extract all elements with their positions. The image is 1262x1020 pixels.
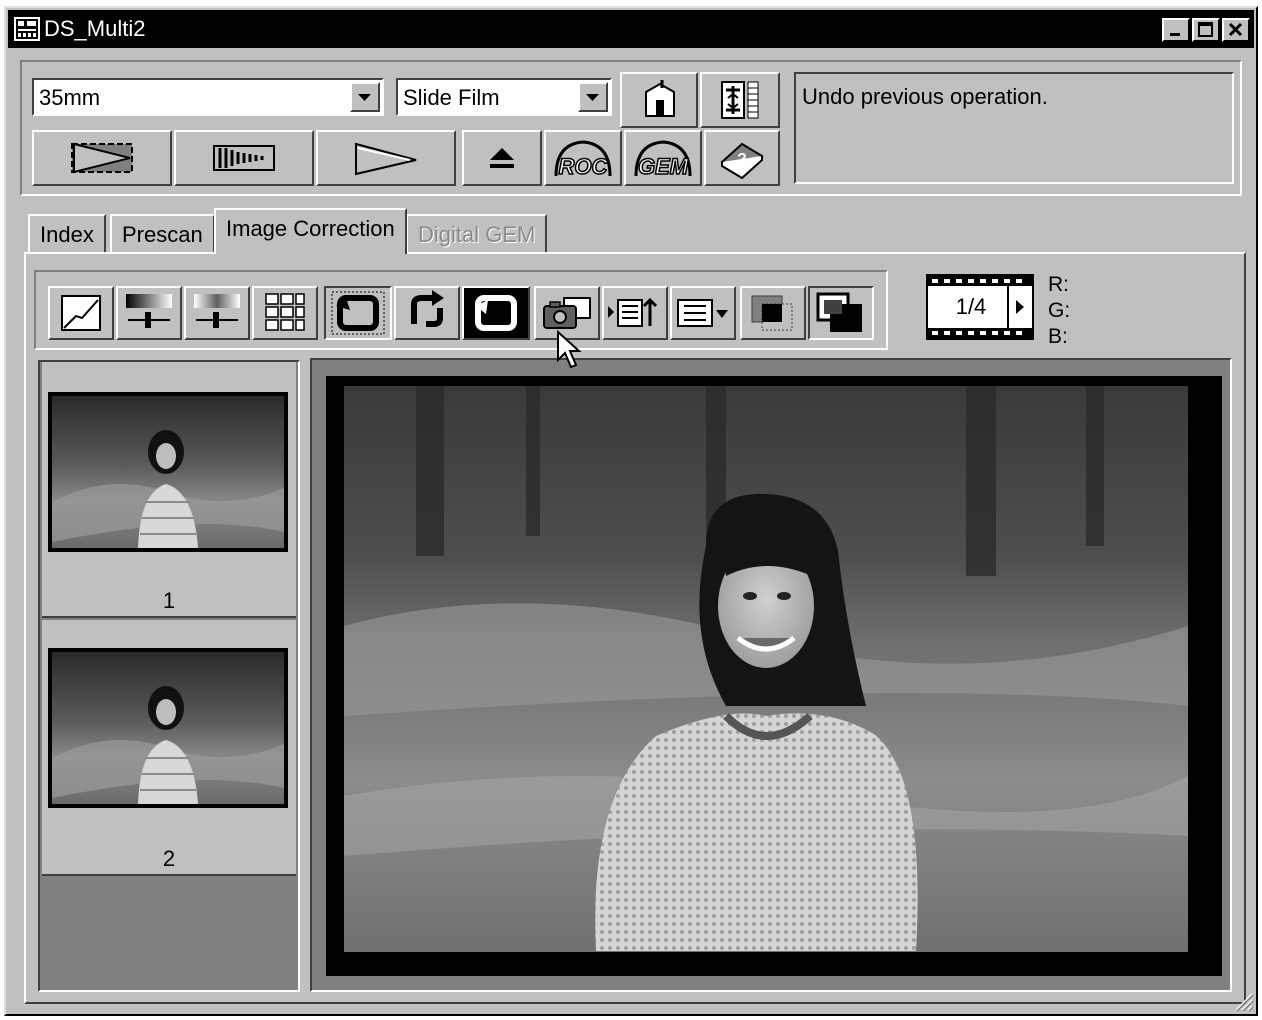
app-icon xyxy=(14,17,40,41)
film-type-select[interactable]: Slide Film xyxy=(396,78,612,116)
scan-settings-icon xyxy=(721,81,759,119)
apply-button[interactable] xyxy=(602,286,668,340)
rotate-right-button[interactable] xyxy=(394,286,460,340)
preferences-button[interactable] xyxy=(620,72,698,128)
prescan-button[interactable] xyxy=(174,130,314,186)
svg-text:?: ? xyxy=(737,151,747,168)
tab-label: Image Correction xyxy=(226,216,395,241)
image-preview-area[interactable] xyxy=(310,358,1232,992)
main-window: DS_Multi2 35mm Slide Film Undo previous … xyxy=(4,6,1258,1016)
tone-curve-icon xyxy=(61,295,101,331)
svg-text:GEM: GEM xyxy=(638,154,689,179)
help-icon: ? xyxy=(720,142,764,180)
tab-label: Prescan xyxy=(122,222,203,247)
svg-text:ROC: ROC xyxy=(559,154,609,179)
title-bar[interactable]: DS_Multi2 xyxy=(8,10,1254,48)
resize-grip-icon[interactable] xyxy=(1232,990,1254,1012)
variations-icon xyxy=(265,293,305,331)
rotate-left-icon xyxy=(331,291,385,335)
rgb-r-label: R: xyxy=(1048,273,1069,296)
tab-index[interactable]: Index xyxy=(28,214,106,254)
roc-icon: ROC xyxy=(554,140,612,180)
tab-image-correction[interactable]: Image Correction xyxy=(214,208,407,254)
gem-button[interactable]: GEM xyxy=(624,130,702,186)
close-button[interactable] xyxy=(1222,18,1250,42)
window-title: DS_Multi2 xyxy=(44,16,146,41)
maximize-icon xyxy=(1198,22,1213,37)
variations-button[interactable] xyxy=(252,286,318,340)
mouse-cursor-icon xyxy=(557,330,582,369)
status-message: Undo previous operation. xyxy=(802,84,1048,109)
frame-counter-value: 1/4 xyxy=(955,294,987,319)
tab-label: Index xyxy=(40,222,94,247)
film-format-value: 35mm xyxy=(39,85,101,110)
frame-counter: 1/4 xyxy=(926,274,1034,340)
scan-icon xyxy=(355,142,417,176)
rotate-right-icon xyxy=(411,290,444,327)
chevron-right-icon xyxy=(1016,300,1024,314)
minimize-icon xyxy=(1170,33,1180,36)
help-button[interactable]: ? xyxy=(704,130,780,186)
thumbnail-image[interactable] xyxy=(48,392,288,552)
thumbnail-photo xyxy=(52,652,284,804)
color-balance-icon xyxy=(194,294,240,328)
after-icon xyxy=(816,292,862,332)
thumbnail-item[interactable]: 2 xyxy=(42,620,296,876)
chevron-down-icon xyxy=(586,94,599,101)
eject-button[interactable] xyxy=(462,130,542,186)
prescan-icon xyxy=(213,145,275,171)
tab-prescan[interactable]: Prescan xyxy=(110,214,215,254)
next-frame-button[interactable] xyxy=(1008,286,1032,328)
tab-digital-gem[interactable]: Digital GEM xyxy=(406,214,548,254)
rgb-g-label: G: xyxy=(1048,299,1071,322)
tone-curve-button[interactable] xyxy=(48,286,114,340)
index-scan-button[interactable] xyxy=(32,130,172,186)
thumbnail-list[interactable]: 1 2 xyxy=(38,360,300,992)
scan-settings-button[interactable] xyxy=(700,72,780,128)
thumbnail-number: 2 xyxy=(162,846,176,871)
brightness-contrast-button[interactable] xyxy=(116,286,182,340)
thumbnail-number: 1 xyxy=(162,588,176,613)
index-scan-icon xyxy=(71,142,133,174)
job-menu-icon xyxy=(677,299,728,327)
maximize-button[interactable] xyxy=(1192,18,1220,42)
film-type-value: Slide Film xyxy=(403,85,500,110)
before-icon xyxy=(751,295,793,331)
minimize-button[interactable] xyxy=(1162,18,1190,42)
film-format-select[interactable]: 35mm xyxy=(32,78,384,116)
after-button[interactable] xyxy=(808,286,874,340)
rotate-left-button[interactable] xyxy=(324,286,392,340)
rgb-b-label: B: xyxy=(1048,325,1068,348)
thumbnail-item[interactable]: 1 xyxy=(42,362,296,618)
job-menu-button[interactable] xyxy=(670,286,736,340)
thumbnail-photo xyxy=(52,396,284,548)
film-format-dropdown-button[interactable] xyxy=(350,82,380,112)
scan-button[interactable] xyxy=(316,130,456,186)
brightness-contrast-icon xyxy=(126,294,172,328)
eject-icon xyxy=(490,148,514,168)
preferences-icon xyxy=(645,80,675,117)
status-message-box: Undo previous operation. xyxy=(794,72,1234,184)
roc-button[interactable]: ROC xyxy=(544,130,622,186)
before-button[interactable] xyxy=(740,286,806,340)
close-icon xyxy=(1228,22,1243,37)
color-balance-button[interactable] xyxy=(184,286,250,340)
thumbnail-image[interactable] xyxy=(48,648,288,808)
gem-icon: GEM xyxy=(634,140,692,180)
flip-icon xyxy=(464,288,528,338)
tab-label: Digital GEM xyxy=(418,222,536,247)
preview-photo xyxy=(344,386,1188,952)
film-type-dropdown-button[interactable] xyxy=(578,82,608,112)
flip-button[interactable] xyxy=(462,286,530,340)
apply-icon xyxy=(608,297,658,327)
chevron-down-icon xyxy=(358,94,371,101)
preview-image[interactable] xyxy=(326,376,1222,976)
